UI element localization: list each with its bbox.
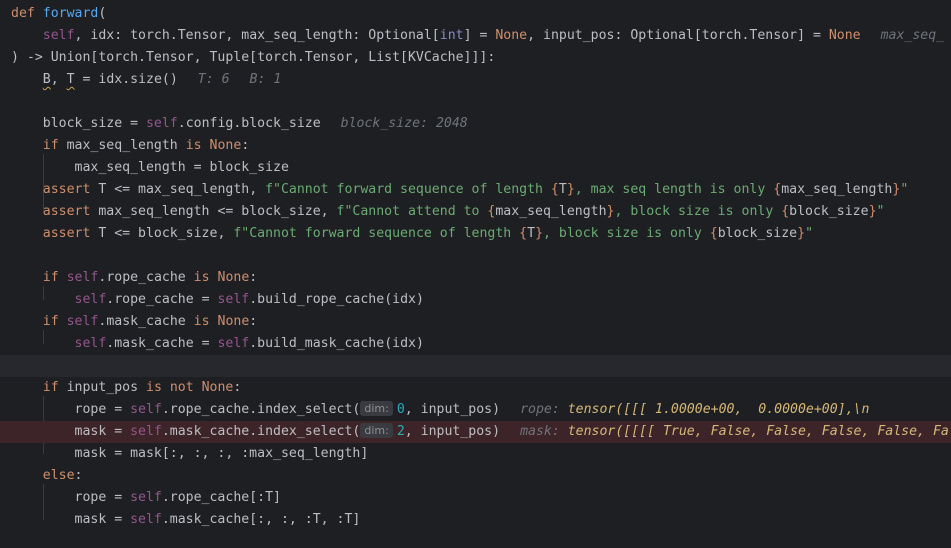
code-text: assert max_seq_length <= block_size, f"C… [42,204,885,219]
inlay-value-hint: block_size: 2048 [340,116,468,131]
code-line[interactable]: if self.rope_cache is None: [0,267,951,289]
code-text: mask = self.mask_cache.index_select(dim:… [11,423,949,439]
inlay-value-hint-b: B: 1 [249,72,282,87]
breakpoint-line[interactable]: mask = self.mask_cache.index_select(dim:… [0,421,951,443]
inlay-value-hint-t: T: 6 [197,72,230,87]
code-text: assert T <= max_seq_length, f"Cannot for… [42,182,909,197]
code-line[interactable]: B, T = idx.size() T: 6 B: 1 [0,69,951,91]
debug-inline-value[interactable]: tensor([[[ 1.0000e+00, 0.0000e+00],\n [568,402,870,417]
code-line[interactable]: else: [0,465,951,487]
code-line[interactable]: def forward( [0,3,951,25]
debug-inline-name: mask: [520,424,560,439]
code-text: rope = self.rope_cache.index_select(dim:… [11,401,870,417]
code-text: if self.mask_cache is None: [42,314,258,329]
code-line[interactable]: rope = self.rope_cache.index_select(dim:… [0,399,951,421]
code-text: max_seq_length = block_size [11,160,289,175]
code-line[interactable]: assert max_seq_length <= block_size, f"C… [0,201,951,223]
code-text: if max_seq_length is None: [42,138,250,153]
code-text: mask = mask[:, :, :, :max_seq_length] [11,446,369,461]
code-text: rope = self.rope_cache[:T] [11,490,281,505]
code-line[interactable]: self.rope_cache = self.build_rope_cache(… [0,289,951,311]
code-line[interactable]: block_size = self.config.block_size block… [0,113,951,135]
code-text: B, T = idx.size() T: 6 B: 1 [42,72,282,87]
code-text: self.mask_cache = self.build_mask_cache(… [74,336,424,351]
code-line[interactable]: if self.mask_cache is None: [0,311,951,333]
code-text: block_size = self.config.block_size block… [11,116,468,131]
code-text: def forward( [11,6,107,21]
code-line[interactable]: assert T <= block_size, f"Cannot forward… [0,223,951,245]
code-text: if input_pos is not None: [42,380,242,395]
code-editor[interactable]: def forward( self, idx: torch.Tensor, ma… [0,0,951,548]
debug-inline-name: rope: [520,402,560,417]
code-text: self, idx: torch.Tensor, max_seq_length:… [42,28,945,43]
debug-inline-value[interactable]: tensor([[[[ True, False, False, False, F… [568,424,949,439]
code-text: ) -> Union[torch.Tensor, Tuple[torch.Ten… [11,50,496,65]
inlay-value-hint: max_seq_ [880,28,945,43]
code-text: assert T <= block_size, f"Cannot forward… [42,226,814,241]
parameter-name-hint: dim: [360,423,393,438]
code-text: if self.rope_cache is None: [42,270,258,285]
code-line[interactable]: max_seq_length = block_size [0,157,951,179]
code-line[interactable]: if max_seq_length is None: [0,135,951,157]
code-line[interactable]: assert T <= max_seq_length, f"Cannot for… [0,179,951,201]
parameter-name-hint: dim: [360,401,393,416]
code-line[interactable]: mask = mask[:, :, :, :max_seq_length] [0,443,951,465]
code-line[interactable]: self.mask_cache = self.build_mask_cache(… [0,333,951,355]
code-text: else: [42,468,83,483]
code-text: mask = self.mask_cache[:, :, :T, :T] [11,512,361,527]
code-line[interactable]: self, idx: torch.Tensor, max_seq_length:… [0,25,951,47]
caret-line[interactable] [0,355,951,377]
code-line[interactable]: rope = self.rope_cache[:T] [0,487,951,509]
code-line[interactable]: mask = self.mask_cache[:, :, :T, :T] [0,509,951,531]
code-line[interactable]: ) -> Union[torch.Tensor, Tuple[torch.Ten… [0,47,951,69]
code-text: self.rope_cache = self.build_rope_cache(… [74,292,424,307]
code-line[interactable]: if input_pos is not None: [0,377,951,399]
